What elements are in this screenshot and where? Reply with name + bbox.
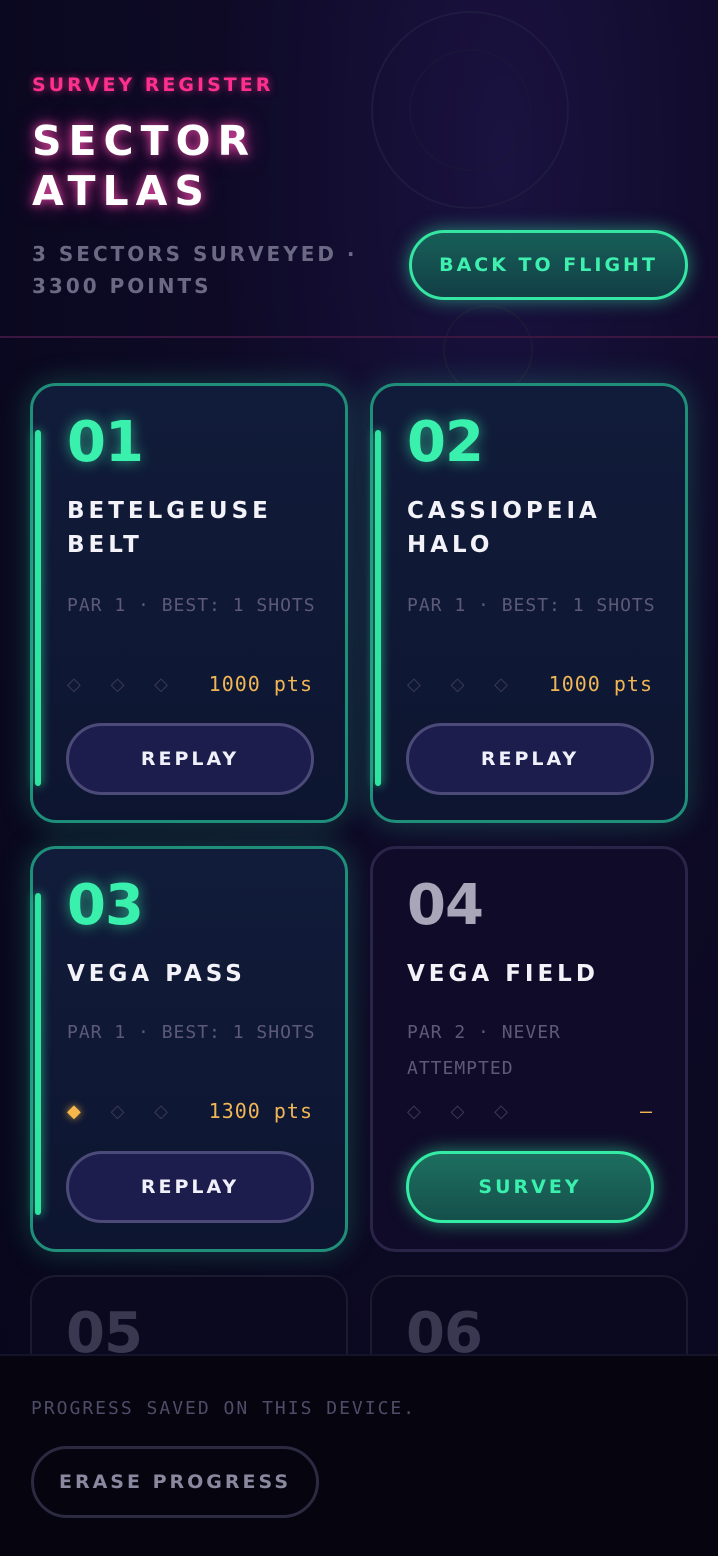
sector-info: PAR 1 · BEST: 1 SHOTS: [67, 595, 316, 616]
back-to-flight-button[interactable]: BACK TO FLIGHT: [409, 230, 688, 300]
survey-button[interactable]: SURVEY: [406, 1151, 654, 1223]
sector-info: PAR 2 · NEVER ATTEMPTED: [407, 1022, 561, 1079]
header: SURVEY REGISTER SECTOR ATLAS 3 SECTORS S…: [0, 0, 718, 338]
replay-button[interactable]: REPLAY: [406, 723, 654, 795]
rating-stars: ◇ ◇ ◇: [407, 1101, 520, 1122]
sector-number: 03: [67, 873, 144, 938]
completed-indicator-bar: [35, 893, 41, 1215]
rating-stars: ◆ ◇ ◇: [67, 1101, 180, 1122]
rating-stars: ◇ ◇ ◇: [407, 674, 520, 695]
replay-button[interactable]: REPLAY: [66, 1151, 314, 1223]
replay-button[interactable]: REPLAY: [66, 723, 314, 795]
rating-stars: ◇ ◇ ◇: [67, 674, 180, 695]
save-note: PROGRESS SAVED ON THIS DEVICE.: [31, 1398, 417, 1419]
completed-indicator-bar: [375, 430, 381, 786]
sector-number: 01: [67, 410, 144, 475]
sector-points: 1000 pts: [208, 672, 313, 696]
sector-info: PAR 1 · BEST: 1 SHOTS: [67, 1022, 316, 1043]
completed-indicator-bar: [35, 430, 41, 786]
sector-card-01: 01 BETELGEUSE BELT PAR 1 · BEST: 1 SHOTS…: [30, 383, 348, 823]
sector-info: PAR 1 · BEST: 1 SHOTS: [407, 595, 656, 616]
eyebrow-label: SURVEY REGISTER: [32, 74, 274, 96]
sector-number: 02: [407, 410, 484, 475]
sector-points: —: [639, 1099, 653, 1123]
sector-card-02: 02 CASSIOPEIA HALO PAR 1 · BEST: 1 SHOTS…: [370, 383, 688, 823]
sector-points: 1000 pts: [548, 672, 653, 696]
sector-name: CASSIOPEIA HALO: [407, 498, 601, 558]
sector-name: VEGA FIELD: [407, 961, 599, 987]
filled-star-icon: ◆: [67, 1101, 93, 1122]
sector-card-04: 04 VEGA FIELD PAR 2 · NEVER ATTEMPTED ◇ …: [370, 846, 688, 1252]
page-title: SECTOR ATLAS: [32, 117, 257, 215]
erase-progress-button[interactable]: ERASE PROGRESS: [31, 1446, 319, 1518]
sector-number: 04: [407, 873, 484, 938]
sector-name: VEGA PASS: [67, 961, 246, 987]
progress-summary: 3 SECTORS SURVEYED · 3300 POINTS: [32, 242, 358, 298]
empty-stars: ◇ ◇: [110, 1101, 180, 1122]
footer: PROGRESS SAVED ON THIS DEVICE. ERASE PRO…: [0, 1354, 718, 1556]
sector-name: BETELGEUSE BELT: [67, 498, 272, 558]
sector-points: 1300 pts: [208, 1099, 313, 1123]
sector-card-03: 03 VEGA PASS PAR 1 · BEST: 1 SHOTS ◆ ◇ ◇…: [30, 846, 348, 1252]
